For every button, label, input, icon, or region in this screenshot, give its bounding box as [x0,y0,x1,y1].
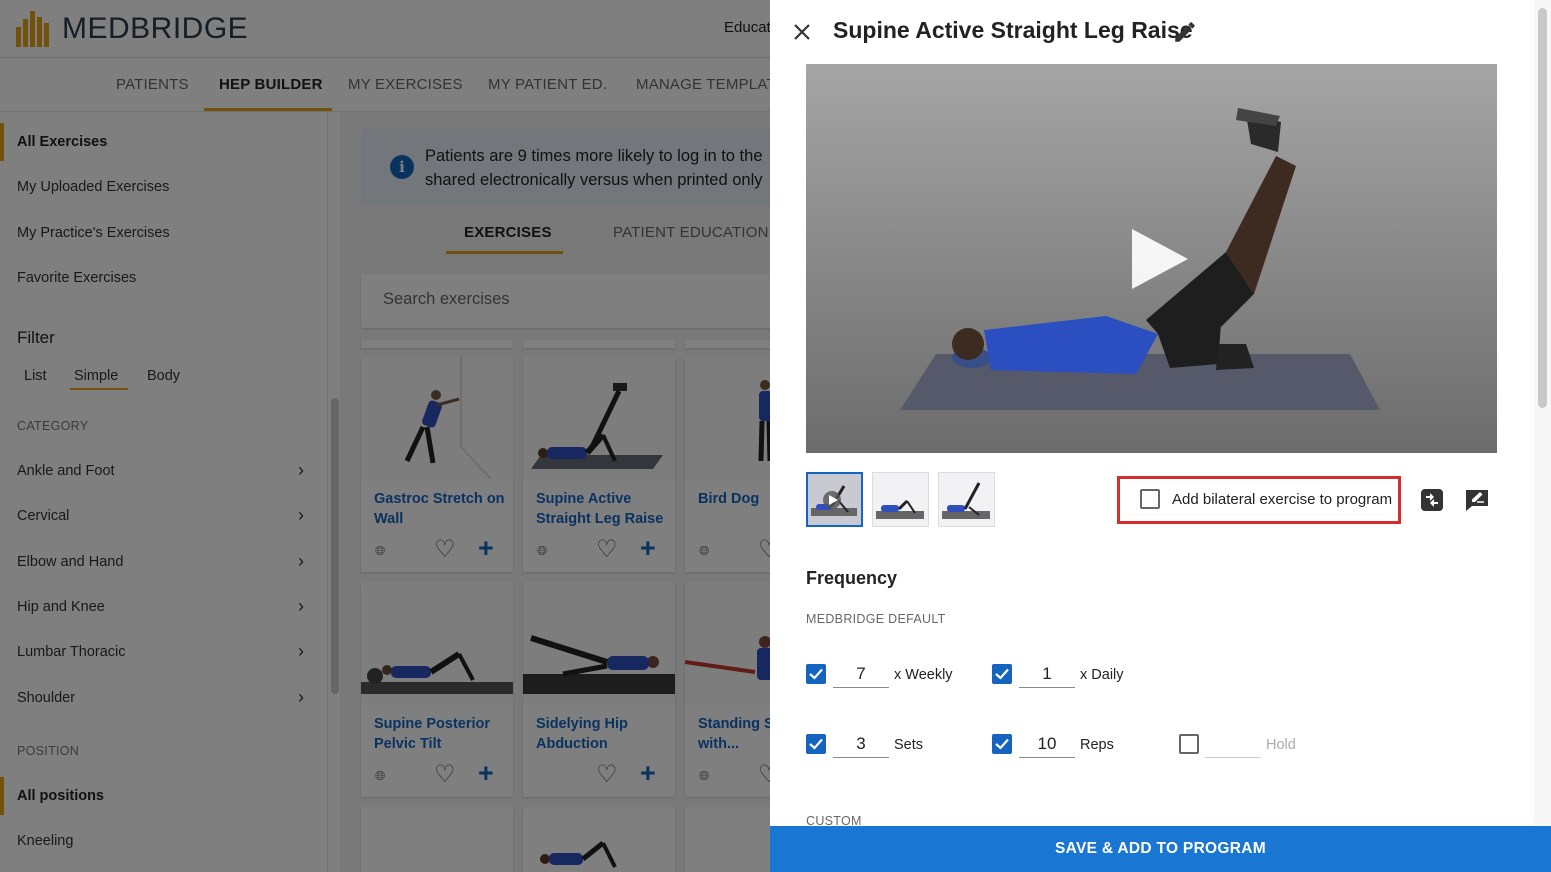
hold-input[interactable] [1205,732,1261,758]
exercise-video[interactable] [806,64,1497,453]
close-icon[interactable] [791,21,813,43]
hold-label: Hold [1266,737,1296,753]
video-thumbnail[interactable] [872,472,929,527]
sets-input[interactable]: 3 [833,732,889,758]
checkmark-icon [809,668,823,680]
panel-scrollbar-thumb[interactable] [1538,8,1547,408]
reps-label: Reps [1080,737,1114,753]
exercise-detail-panel: Supine Active Straight Leg Raise Add bil… [770,0,1551,872]
daily-input[interactable]: 1 [1019,662,1075,688]
checkmark-icon [995,738,1009,750]
panel-title: Supine Active Straight Leg Raise [833,17,1193,43]
weekly-label: x Weekly [894,667,953,683]
weekly-input[interactable]: 7 [833,662,889,688]
daily-label: x Daily [1080,667,1124,683]
edit-icon[interactable] [1172,19,1198,45]
note-icon[interactable] [1464,488,1490,512]
checkmark-icon [809,738,823,750]
sets-label: Sets [894,737,924,753]
reps-checkbox[interactable] [992,734,1012,754]
save-add-to-program-button[interactable]: SAVE & ADD TO PROGRAM [770,826,1551,872]
reps-input[interactable]: 10 [1019,732,1075,758]
weekly-checkbox[interactable] [806,664,826,684]
swap-icon[interactable] [1420,488,1444,512]
daily-checkbox[interactable] [992,664,1012,684]
frequency-subtitle: MEDBRIDGE DEFAULT [806,612,946,626]
bilateral-label[interactable]: Add bilateral exercise to program [1172,491,1392,508]
frequency-title: Frequency [806,568,898,588]
play-icon[interactable] [1128,227,1192,291]
sets-checkbox[interactable] [806,734,826,754]
video-thumbnail[interactable] [938,472,995,527]
bilateral-checkbox[interactable] [1140,489,1160,509]
hold-checkbox[interactable] [1179,734,1199,754]
checkmark-icon [995,668,1009,680]
video-thumbnail[interactable] [806,472,863,527]
modal-backdrop[interactable] [0,0,770,872]
